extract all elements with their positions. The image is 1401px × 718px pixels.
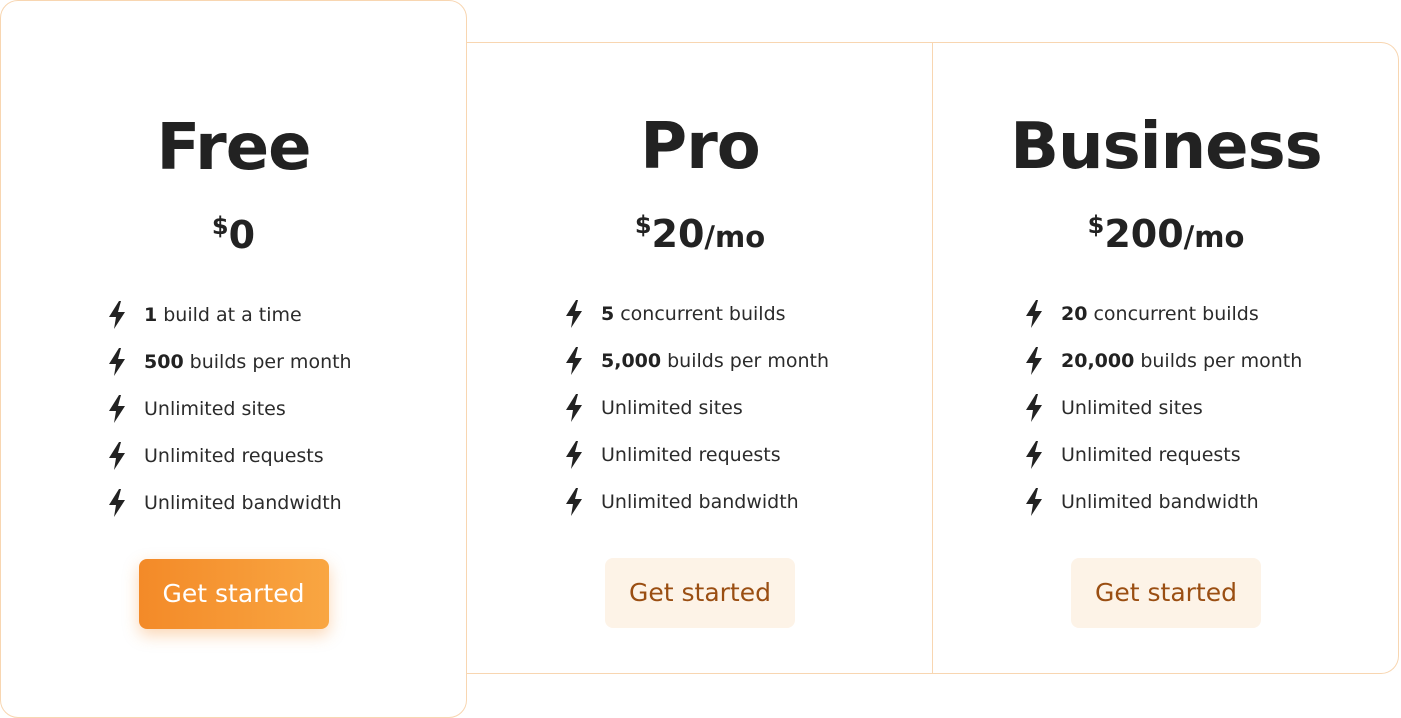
plan-card-business: Business $200/mo 20 concurrent builds 20,… [933, 42, 1399, 674]
feature-item: Unlimited requests [564, 431, 933, 478]
feature-label: builds per month [189, 350, 352, 373]
feature-item: Unlimited sites [564, 384, 933, 431]
plan-price: $0 [1, 214, 466, 254]
price-period: /mo [704, 220, 766, 254]
price-currency: $ [1087, 211, 1105, 239]
feature-item: Unlimited sites [107, 385, 466, 432]
feature-item: 5,000 builds per month [564, 337, 933, 384]
feature-item: 20,000 builds per month [1024, 337, 1399, 384]
feature-label: Unlimited requests [1061, 443, 1241, 466]
feature-value: 5 [601, 302, 615, 325]
get-started-button-business[interactable]: Get started [1071, 558, 1261, 628]
price-currency: $ [211, 212, 229, 240]
lightning-bolt-icon [1026, 346, 1042, 375]
feature-label: Unlimited bandwidth [601, 490, 799, 513]
get-started-button-free[interactable]: Get started [138, 559, 329, 629]
plan-name: Free [156, 111, 312, 185]
feature-value: 20 [1061, 302, 1088, 325]
feature-label: builds per month [1140, 349, 1303, 372]
feature-item: 1 build at a time [107, 291, 466, 338]
feature-item: Unlimited bandwidth [107, 479, 466, 526]
lightning-bolt-icon [109, 488, 125, 517]
lightning-bolt-icon [109, 441, 125, 470]
lightning-bolt-icon [1026, 299, 1042, 328]
lightning-bolt-icon [109, 394, 125, 423]
feature-item: Unlimited requests [1024, 431, 1399, 478]
feature-label: Unlimited sites [144, 397, 286, 420]
lightning-bolt-icon [566, 299, 582, 328]
plan-card-free: Free $0 1 build at a time 500 builds per m… [0, 0, 467, 718]
feature-item: Unlimited sites [1024, 384, 1399, 431]
plan-name: Business [1010, 110, 1323, 184]
plan-price: $20/mo [467, 213, 933, 253]
feature-list: 5 concurrent builds 5,000 builds per month… [467, 290, 933, 525]
feature-label: concurrent builds [620, 302, 786, 325]
feature-item: Unlimited bandwidth [564, 478, 933, 525]
feature-value: 20,000 [1061, 349, 1135, 372]
feature-label: Unlimited sites [1061, 396, 1203, 419]
plan-name: Pro [640, 110, 760, 184]
feature-value: 5,000 [601, 349, 662, 372]
lightning-bolt-icon [566, 346, 582, 375]
price-period: /mo [1183, 220, 1245, 254]
feature-item: Unlimited requests [107, 432, 466, 479]
price-amount: 20 [651, 212, 705, 256]
feature-item: 20 concurrent builds [1024, 290, 1399, 337]
lightning-bolt-icon [566, 487, 582, 516]
lightning-bolt-icon [1026, 487, 1042, 516]
lightning-bolt-icon [1026, 393, 1042, 422]
plan-card-pro: Pro $20/mo 5 concurrent builds 5,000 build… [467, 42, 933, 674]
price-currency: $ [634, 211, 652, 239]
feature-label: Unlimited sites [601, 396, 743, 419]
lightning-bolt-icon [566, 440, 582, 469]
lightning-bolt-icon [566, 393, 582, 422]
feature-value: 500 [144, 350, 184, 373]
feature-label: concurrent builds [1093, 302, 1259, 325]
feature-label: Unlimited bandwidth [144, 491, 342, 514]
price-amount: 0 [228, 213, 256, 257]
feature-item: 500 builds per month [107, 338, 466, 385]
feature-label: Unlimited bandwidth [1061, 490, 1259, 513]
feature-list: 20 concurrent builds 20,000 builds per mon… [933, 290, 1399, 525]
lightning-bolt-icon [1026, 440, 1042, 469]
lightning-bolt-icon [109, 347, 125, 376]
feature-label: builds per month [667, 349, 830, 372]
lightning-bolt-icon [109, 300, 125, 329]
feature-value: 1 [144, 303, 158, 326]
feature-item: 5 concurrent builds [564, 290, 933, 337]
feature-label: Unlimited requests [601, 443, 781, 466]
get-started-button-pro[interactable]: Get started [605, 558, 795, 628]
feature-item: Unlimited bandwidth [1024, 478, 1399, 525]
plan-price: $200/mo [933, 213, 1399, 253]
feature-list: 1 build at a time 500 builds per month Unl… [1, 291, 466, 526]
price-amount: 200 [1104, 212, 1184, 256]
feature-label: build at a time [163, 303, 302, 326]
feature-label: Unlimited requests [144, 444, 324, 467]
